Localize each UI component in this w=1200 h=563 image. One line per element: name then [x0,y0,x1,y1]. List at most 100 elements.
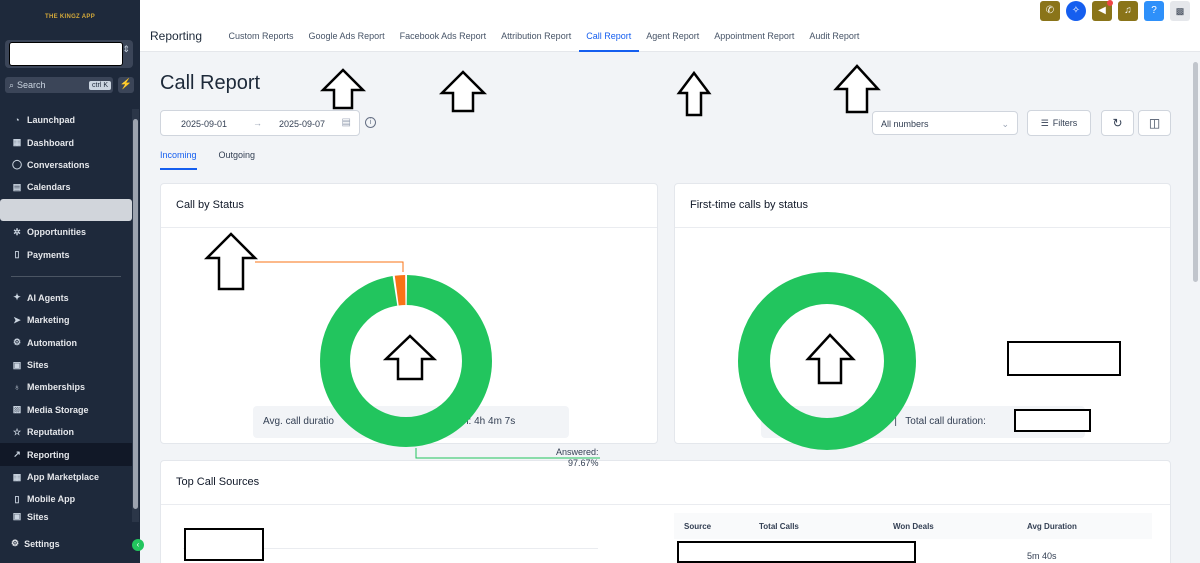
top-icon-group: ✆ ✧ ◀ ♫ ? ▩ [1040,0,1190,21]
tab-incoming[interactable]: Incoming [160,150,197,170]
page-title: Call Report [160,72,261,94]
sidebar-item-label: Calendars [27,182,71,193]
collapse-sidebar-button[interactable]: ‹ [132,539,144,551]
sidebar-item-automation[interactable]: ⚙ Automation [0,332,132,354]
redacted-chart-label [184,528,264,561]
sidebar-item-mobile-app[interactable]: ▯ Mobile App [0,488,132,510]
top-bar: Reporting Custom Reports Google Ads Repo… [140,0,1200,52]
sidebar-item-label: Mobile App [27,494,76,505]
calendar-icon: ▤ [341,117,351,128]
date-end: 2025-09-07 [279,119,326,129]
card-divider [161,504,1170,505]
info-icon[interactable]: i [365,117,376,128]
notification-dot [1107,0,1113,6]
tab-facebook-ads-report[interactable]: Facebook Ads Report [392,22,494,52]
chat-icon: ◯ [11,159,23,170]
column-header-total-calls: Total Calls [759,522,799,531]
sidebar-scrollbar-thumb[interactable] [133,119,138,509]
megaphone-icon: ◀ [1098,5,1106,16]
numbers-select[interactable]: All numbers ⌄ [872,111,1018,135]
avatar[interactable]: ▩ [1170,1,1190,21]
card-title: First-time calls by status [690,199,808,211]
stats-separator: | [894,416,897,427]
sites-icon: ▣ [12,511,22,522]
sidebar-item-label: Media Storage [27,404,89,415]
filters-button[interactable]: ☰ Filters [1027,110,1091,136]
sidebar-item-reporting[interactable]: ↗ Reporting [0,443,132,466]
sidebar-item-calendars[interactable]: ▤ Calendars [0,176,132,198]
arrow-right-icon: → [253,118,262,128]
sidebar-item-marketing[interactable]: ➤ Marketing [0,309,132,331]
tab-outgoing[interactable]: Outgoing [219,150,256,170]
sidebar-item-media-storage[interactable]: ▨ Media Storage [0,399,132,421]
tab-call-report[interactable]: Call Report [578,22,639,52]
top-call-sources-card: Top Call Sources Source Total Calls Won … [160,460,1171,563]
annotation-arrow-up-icon [319,68,367,110]
search-placeholder: Search [17,80,46,90]
call-duration-stats: Avg. call duratio uration: 4h 4m 7s [253,406,569,438]
sidebar-item-conversations[interactable]: ◯ Conversations [0,154,132,176]
column-header-won-deals: Won Deals [893,522,934,531]
refresh-button[interactable]: ↻ [1101,110,1134,136]
tab-audit-report[interactable]: Audit Report [802,22,867,52]
card-title: Call by Status [176,199,244,211]
grid-icon: ▦ [12,137,22,148]
sidebar-item-label: Memberships [27,382,86,393]
notifications-button[interactable]: ♫ [1118,1,1138,21]
numbers-select-value: All numbers [881,119,929,129]
search-shortcut: ctrl K [89,80,111,90]
sidebar-item-dashboard[interactable]: ▦ Dashboard [0,131,132,153]
sidebar-item-sites[interactable]: ▣ Sites [0,354,132,376]
sidebar-item-hidden[interactable] [0,198,132,221]
filter-icon: ☰ [1040,118,1049,128]
quick-action-button[interactable]: ⚡ [118,77,134,93]
trend-icon: ↗ [13,449,21,460]
sparkle-icon: ✦ [13,292,21,303]
sidebar-item-label: Payments [27,249,70,260]
total-call-duration-label: Total call duration: [905,416,986,427]
first-time-calls-card: First-time calls by status s | Total cal… [674,183,1171,444]
opportunities-icon: ✲ [13,226,21,237]
send-icon: ➤ [13,314,21,325]
layout-button[interactable]: ◫ [1138,110,1171,136]
chevron-left-icon: ‹ [136,540,140,549]
card-title: Top Call Sources [176,476,260,488]
sidebar-item-label: Marketing [27,315,70,326]
announcements-button[interactable]: ◀ [1092,0,1113,21]
sidebar-item-settings[interactable]: ⚙ Settings [11,538,60,549]
main-scrollbar[interactable] [1192,52,1200,563]
date-range-picker[interactable]: 2025-09-01 → 2025-09-07 ▤ [160,110,360,136]
sidebar-item-launchpad[interactable]: ◔ Launchpad [0,109,132,131]
magic-button[interactable]: ✧ [1066,1,1086,21]
main-scrollbar-thumb[interactable] [1193,62,1198,282]
sidebar-item-memberships[interactable]: ♁ Memberships [0,376,132,398]
sidebar-item-payments[interactable]: ▯ Payments [0,243,132,265]
sidebar-item-partial[interactable]: ▣ Sites [0,511,132,523]
sidebar-item-opportunities[interactable]: ✲ Opportunities [0,221,132,243]
phone-icon: ✆ [1045,5,1055,16]
sidebar-scrollbar[interactable] [132,109,139,522]
account-switcher[interactable]: ⇕ [5,40,133,68]
sidebar-item-label: AI Agents [27,292,69,303]
tab-google-ads-report[interactable]: Google Ads Report [301,22,392,52]
sidebar-item-ai-agents[interactable]: ✦ AI Agents [0,287,132,309]
search-icon: ⌕ [9,79,15,90]
table-cell-avg-duration: 5m 40s [1027,551,1057,561]
tab-attribution-report[interactable]: Attribution Report [494,22,579,52]
section-title: Reporting [150,29,203,43]
call-direction-tabs: Incoming Outgoing [160,150,255,170]
redacted-legend [1007,341,1121,376]
refresh-icon: ↻ [1112,116,1123,130]
tab-custom-reports[interactable]: Custom Reports [221,22,301,52]
sidebar-item-app-marketplace[interactable]: ▦ App Marketplace [0,466,132,488]
column-header-avg-duration: Avg Duration [1027,522,1077,531]
sidebar-item-reputation[interactable]: ☆ Reputation [0,421,132,443]
chevron-down-icon: ⌄ [1001,119,1009,129]
card-divider [161,227,657,228]
tab-agent-report[interactable]: Agent Report [639,22,707,52]
help-button[interactable]: ? [1144,1,1164,21]
phone-button[interactable]: ✆ [1040,1,1060,21]
tab-appointment-report[interactable]: Appointment Report [707,22,802,52]
annotation-arrow-up-icon [833,64,881,114]
sidebar-search[interactable]: ⌕ Search ctrl K [5,77,113,93]
